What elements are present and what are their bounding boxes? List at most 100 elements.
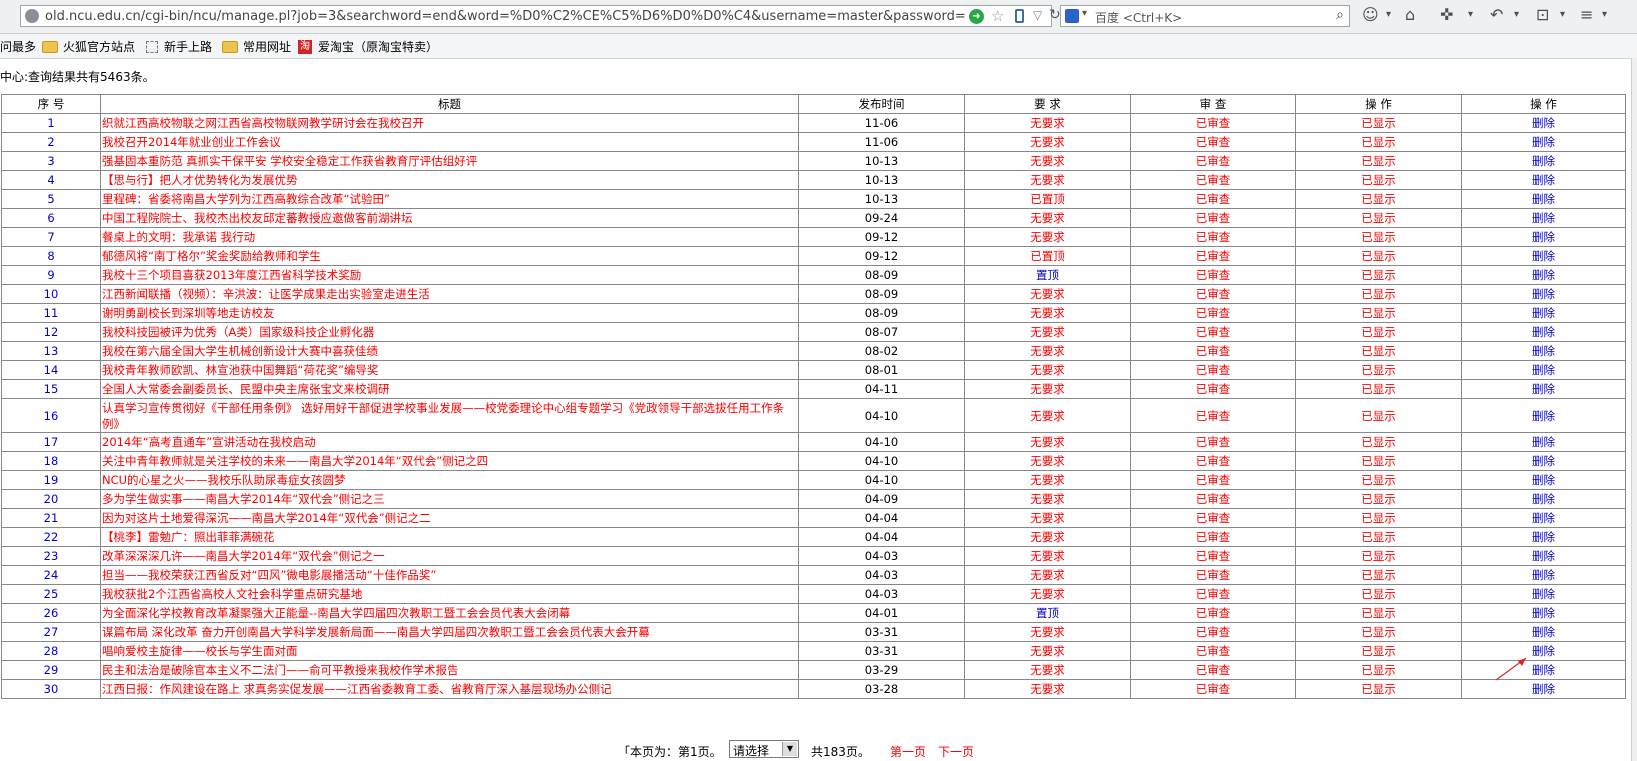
- row-display-link[interactable]: 已显示: [1295, 508, 1462, 528]
- url-bar[interactable]: old.ncu.edu.cn/cgi-bin/ncu/manage.pl?job…: [20, 5, 1061, 27]
- row-review-link[interactable]: 已审查: [1130, 432, 1296, 452]
- row-delete-link[interactable]: 删除: [1461, 265, 1626, 285]
- site-identity-icon[interactable]: [25, 9, 39, 23]
- row-delete-link[interactable]: 删除: [1461, 113, 1626, 133]
- search-icon[interactable]: ⌕: [1336, 7, 1344, 23]
- row-delete-link[interactable]: 删除: [1461, 132, 1626, 152]
- chevron-down-icon[interactable]: ▼: [782, 742, 797, 756]
- row-title-link[interactable]: 民主和法治是破除官本主义不二法门——俞可平教授来我校作学术报告: [100, 660, 799, 680]
- row-title-link[interactable]: 江西日报：作风建设在路上 求真务实促发展——江西省委教育工委、省教育厅深入基层现…: [100, 679, 799, 699]
- row-requirement-link[interactable]: 无要求: [964, 489, 1131, 509]
- row-display-link[interactable]: 已显示: [1295, 603, 1462, 623]
- row-title-link[interactable]: 关注中青年教师就是关注学校的未来——南昌大学2014年“双代会”侧记之四: [100, 451, 799, 471]
- gamepad-icon[interactable]: ✜: [1440, 5, 1453, 25]
- row-review-link[interactable]: 已审查: [1130, 470, 1296, 490]
- row-review-link[interactable]: 已审查: [1130, 565, 1296, 585]
- row-requirement-link[interactable]: 无要求: [964, 303, 1131, 323]
- row-display-link[interactable]: 已显示: [1295, 132, 1462, 152]
- row-delete-link[interactable]: 删除: [1461, 470, 1626, 490]
- row-display-link[interactable]: 已显示: [1295, 565, 1462, 585]
- row-display-link[interactable]: 已显示: [1295, 246, 1462, 266]
- row-requirement-link[interactable]: 无要求: [964, 432, 1131, 452]
- menu-icon[interactable]: ≡: [1580, 5, 1593, 25]
- row-display-link[interactable]: 已显示: [1295, 641, 1462, 661]
- row-display-link[interactable]: 已显示: [1295, 227, 1462, 247]
- bookmark-newbie[interactable]: 新手上路: [146, 38, 212, 55]
- row-review-link[interactable]: 已审查: [1130, 622, 1296, 642]
- row-display-link[interactable]: 已显示: [1295, 379, 1462, 399]
- row-display-link[interactable]: 已显示: [1295, 527, 1462, 547]
- row-title-link[interactable]: 我校在第六届全国大学生机械创新设计大赛中喜获佳绩: [100, 341, 799, 361]
- row-display-link[interactable]: 已显示: [1295, 151, 1462, 171]
- row-requirement-link[interactable]: 无要求: [964, 679, 1131, 699]
- row-review-link[interactable]: 已审查: [1130, 189, 1296, 209]
- row-display-link[interactable]: 已显示: [1295, 360, 1462, 380]
- row-requirement-link[interactable]: 无要求: [964, 151, 1131, 171]
- mobile-view-icon[interactable]: [1015, 9, 1024, 23]
- row-requirement-link[interactable]: 无要求: [964, 341, 1131, 361]
- row-delete-link[interactable]: 删除: [1461, 622, 1626, 642]
- row-requirement-link[interactable]: 无要求: [964, 113, 1131, 133]
- row-requirement-link[interactable]: 无要求: [964, 527, 1131, 547]
- row-requirement-link[interactable]: 无要求: [964, 398, 1131, 433]
- row-title-link[interactable]: 改革深深深几许——南昌大学2014年“双代会”侧记之一: [100, 546, 799, 566]
- row-review-link[interactable]: 已审查: [1130, 679, 1296, 699]
- row-requirement-link[interactable]: 无要求: [964, 622, 1131, 642]
- row-delete-link[interactable]: 删除: [1461, 584, 1626, 604]
- undo-dropdown-icon[interactable]: ▾: [1514, 5, 1519, 25]
- row-delete-link[interactable]: 删除: [1461, 189, 1626, 209]
- row-review-link[interactable]: 已审查: [1130, 303, 1296, 323]
- row-requirement-link[interactable]: 无要求: [964, 546, 1131, 566]
- row-review-link[interactable]: 已审查: [1130, 379, 1296, 399]
- row-review-link[interactable]: 已审查: [1130, 527, 1296, 547]
- row-delete-link[interactable]: 删除: [1461, 527, 1626, 547]
- bookmark-most-visited[interactable]: 问最多: [0, 38, 36, 55]
- row-requirement-link[interactable]: 无要求: [964, 284, 1131, 304]
- row-title-link[interactable]: 织就江西高校物联之网江西省高校物联网教学研讨会在我校召开: [100, 113, 799, 133]
- bookmark-firefox-official[interactable]: 火狐官方站点: [42, 38, 135, 55]
- row-requirement-link[interactable]: 无要求: [964, 132, 1131, 152]
- row-requirement-link[interactable]: 无要求: [964, 660, 1131, 680]
- row-requirement-link[interactable]: 无要求: [964, 322, 1131, 342]
- crop-screenshot-icon[interactable]: ⊡: [1536, 5, 1549, 25]
- row-review-link[interactable]: 已审查: [1130, 170, 1296, 190]
- row-delete-link[interactable]: 删除: [1461, 398, 1626, 433]
- row-title-link[interactable]: 全国人大常委会副委员长、民盟中央主席张宝文来校调研: [100, 379, 799, 399]
- row-delete-link[interactable]: 删除: [1461, 432, 1626, 452]
- page-select[interactable]: 请选择 ▼: [729, 740, 799, 758]
- row-requirement-link[interactable]: 无要求: [964, 641, 1131, 661]
- row-title-link[interactable]: 我校召开2014年就业创业工作会议: [100, 132, 799, 152]
- row-title-link[interactable]: NCU的心星之火——我校乐队助尿毒症女孩圆梦: [100, 470, 799, 490]
- row-delete-link[interactable]: 删除: [1461, 603, 1626, 623]
- undo-close-icon[interactable]: ↶: [1490, 5, 1503, 25]
- row-display-link[interactable]: 已显示: [1295, 584, 1462, 604]
- row-review-link[interactable]: 已审查: [1130, 246, 1296, 266]
- row-display-link[interactable]: 已显示: [1295, 113, 1462, 133]
- engine-dropdown-icon[interactable]: ▾: [1082, 8, 1087, 19]
- url-text[interactable]: old.ncu.edu.cn/cgi-bin/ncu/manage.pl?job…: [45, 9, 965, 24]
- row-requirement-link[interactable]: 置顶: [964, 265, 1131, 285]
- row-display-link[interactable]: 已显示: [1295, 398, 1462, 433]
- home-icon[interactable]: ⌂: [1405, 5, 1415, 25]
- row-review-link[interactable]: 已审查: [1130, 546, 1296, 566]
- row-display-link[interactable]: 已显示: [1295, 341, 1462, 361]
- emoji-dropdown-icon[interactable]: ▾: [1386, 5, 1391, 25]
- row-delete-link[interactable]: 删除: [1461, 679, 1626, 699]
- row-title-link[interactable]: 认真学习宣传贯彻好《干部任用条例》 选好用好干部促进学校事业发展——校党委理论中…: [100, 398, 799, 433]
- row-delete-link[interactable]: 删除: [1461, 227, 1626, 247]
- row-display-link[interactable]: 已显示: [1295, 265, 1462, 285]
- row-display-link[interactable]: 已显示: [1295, 679, 1462, 699]
- row-title-link[interactable]: 因为对这片土地爱得深沉——南昌大学2014年“双代会”侧记之二: [100, 508, 799, 528]
- row-review-link[interactable]: 已审查: [1130, 660, 1296, 680]
- menu-dropdown-icon[interactable]: ▾: [1602, 5, 1607, 25]
- row-display-link[interactable]: 已显示: [1295, 622, 1462, 642]
- baidu-engine-icon[interactable]: [1065, 9, 1079, 23]
- row-delete-link[interactable]: 删除: [1461, 641, 1626, 661]
- row-display-link[interactable]: 已显示: [1295, 660, 1462, 680]
- row-requirement-link[interactable]: 无要求: [964, 360, 1131, 380]
- row-display-link[interactable]: 已显示: [1295, 489, 1462, 509]
- row-display-link[interactable]: 已显示: [1295, 170, 1462, 190]
- row-requirement-link[interactable]: 已置顶: [964, 246, 1131, 266]
- search-bar[interactable]: ▾ 百度 <Ctrl+K> ⌕: [1060, 5, 1350, 27]
- row-review-link[interactable]: 已审查: [1130, 398, 1296, 433]
